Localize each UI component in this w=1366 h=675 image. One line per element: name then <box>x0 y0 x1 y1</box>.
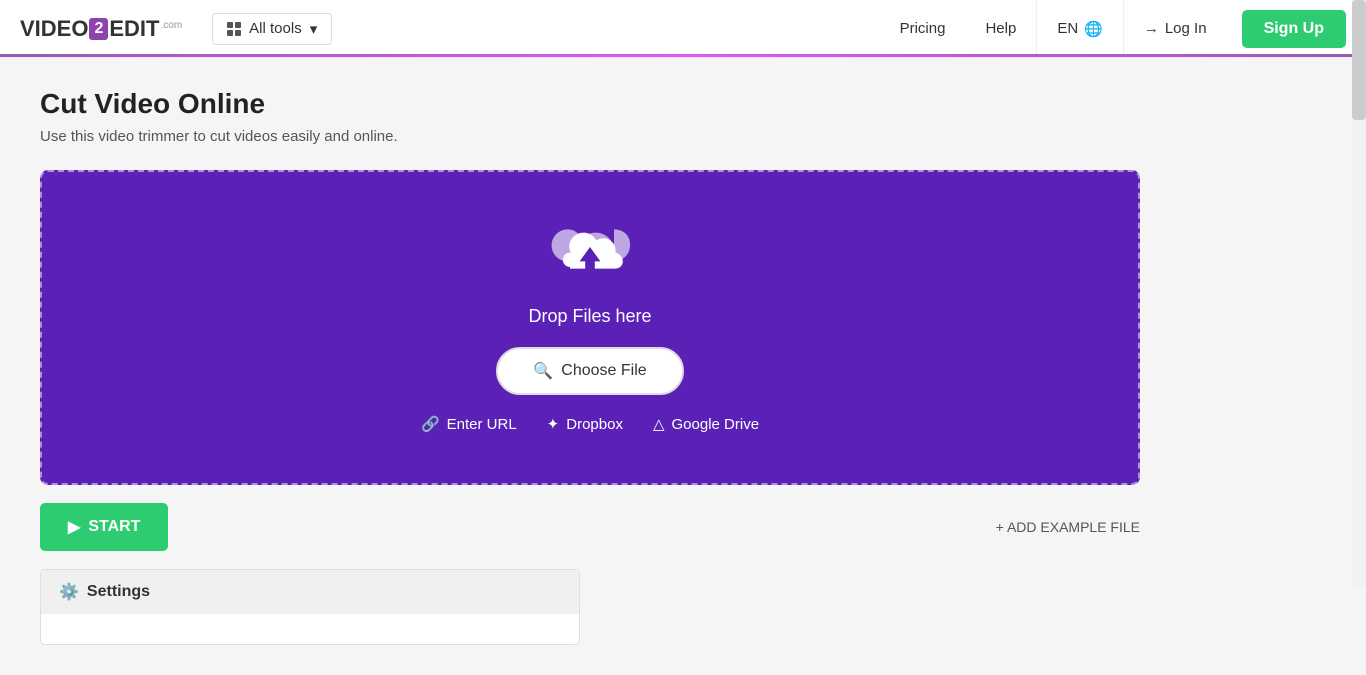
start-button[interactable]: ▶ START <box>40 503 168 551</box>
upload-cloud-icon <box>550 222 630 292</box>
scrollbar-thumb[interactable] <box>1352 0 1366 120</box>
enter-url-link[interactable]: 🔗 Enter URL <box>421 415 517 433</box>
start-label: START <box>88 518 140 536</box>
google-drive-icon: △ <box>653 415 665 433</box>
lang-label: EN <box>1057 20 1078 37</box>
language-selector[interactable]: EN 🌐 <box>1036 0 1124 58</box>
chevron-down-icon: ▾ <box>310 20 318 38</box>
link-icon: 🔗 <box>421 415 440 433</box>
signup-button[interactable]: Sign Up <box>1242 10 1346 48</box>
logo[interactable]: VIDEO 2 EDIT .com <box>20 16 182 42</box>
logo-badge: 2 <box>89 18 108 40</box>
login-arrow-icon: → <box>1144 20 1159 37</box>
drop-zone[interactable]: Drop Files here 🔍 Choose File 🔗 Enter UR… <box>40 170 1140 485</box>
add-example-link[interactable]: + ADD EXAMPLE FILE <box>996 519 1140 535</box>
page-subtitle: Use this video trimmer to cut videos eas… <box>40 128 1300 145</box>
help-link[interactable]: Help <box>965 0 1036 58</box>
logo-edit-text: EDIT <box>109 16 159 42</box>
login-label: Log In <box>1165 20 1207 37</box>
main-content: Cut Video Online Use this video trimmer … <box>0 58 1340 675</box>
drop-text: Drop Files here <box>528 306 651 327</box>
login-button[interactable]: → Log In <box>1124 0 1227 58</box>
settings-header: ⚙️ Settings <box>41 570 579 614</box>
chevron-right-icon: ▶ <box>68 517 80 537</box>
dropbox-link[interactable]: ✦ Dropbox <box>547 415 623 433</box>
scrollbar-track[interactable] <box>1352 0 1366 588</box>
dropbox-label: Dropbox <box>566 416 623 433</box>
settings-gear-icon: ⚙️ <box>59 582 79 602</box>
header: VIDEO 2 EDIT .com All tools ▾ Pricing He… <box>0 0 1366 58</box>
all-tools-label: All tools <box>249 20 302 37</box>
bottom-actions: ▶ START + ADD EXAMPLE FILE <box>40 503 1140 551</box>
pricing-link[interactable]: Pricing <box>880 0 966 58</box>
dropbox-icon: ✦ <box>547 415 560 433</box>
header-nav: Pricing Help EN 🌐 → Log In Sign Up <box>880 0 1346 58</box>
choose-file-label: Choose File <box>561 362 646 380</box>
settings-content <box>41 614 579 644</box>
logo-com-text: .com <box>161 20 183 31</box>
settings-section: ⚙️ Settings <box>40 569 580 645</box>
settings-label: Settings <box>87 583 150 601</box>
grid-icon <box>227 22 241 36</box>
choose-file-button[interactable]: 🔍 Choose File <box>496 347 683 395</box>
all-tools-button[interactable]: All tools ▾ <box>212 13 332 45</box>
secondary-actions: 🔗 Enter URL ✦ Dropbox △ Google Drive <box>421 415 759 433</box>
logo-video-text: VIDEO <box>20 16 88 42</box>
search-icon: 🔍 <box>533 361 553 381</box>
globe-icon: 🌐 <box>1084 20 1103 38</box>
google-drive-link[interactable]: △ Google Drive <box>653 415 759 433</box>
google-drive-label: Google Drive <box>672 416 760 433</box>
page-title: Cut Video Online <box>40 88 1300 120</box>
enter-url-label: Enter URL <box>447 416 517 433</box>
